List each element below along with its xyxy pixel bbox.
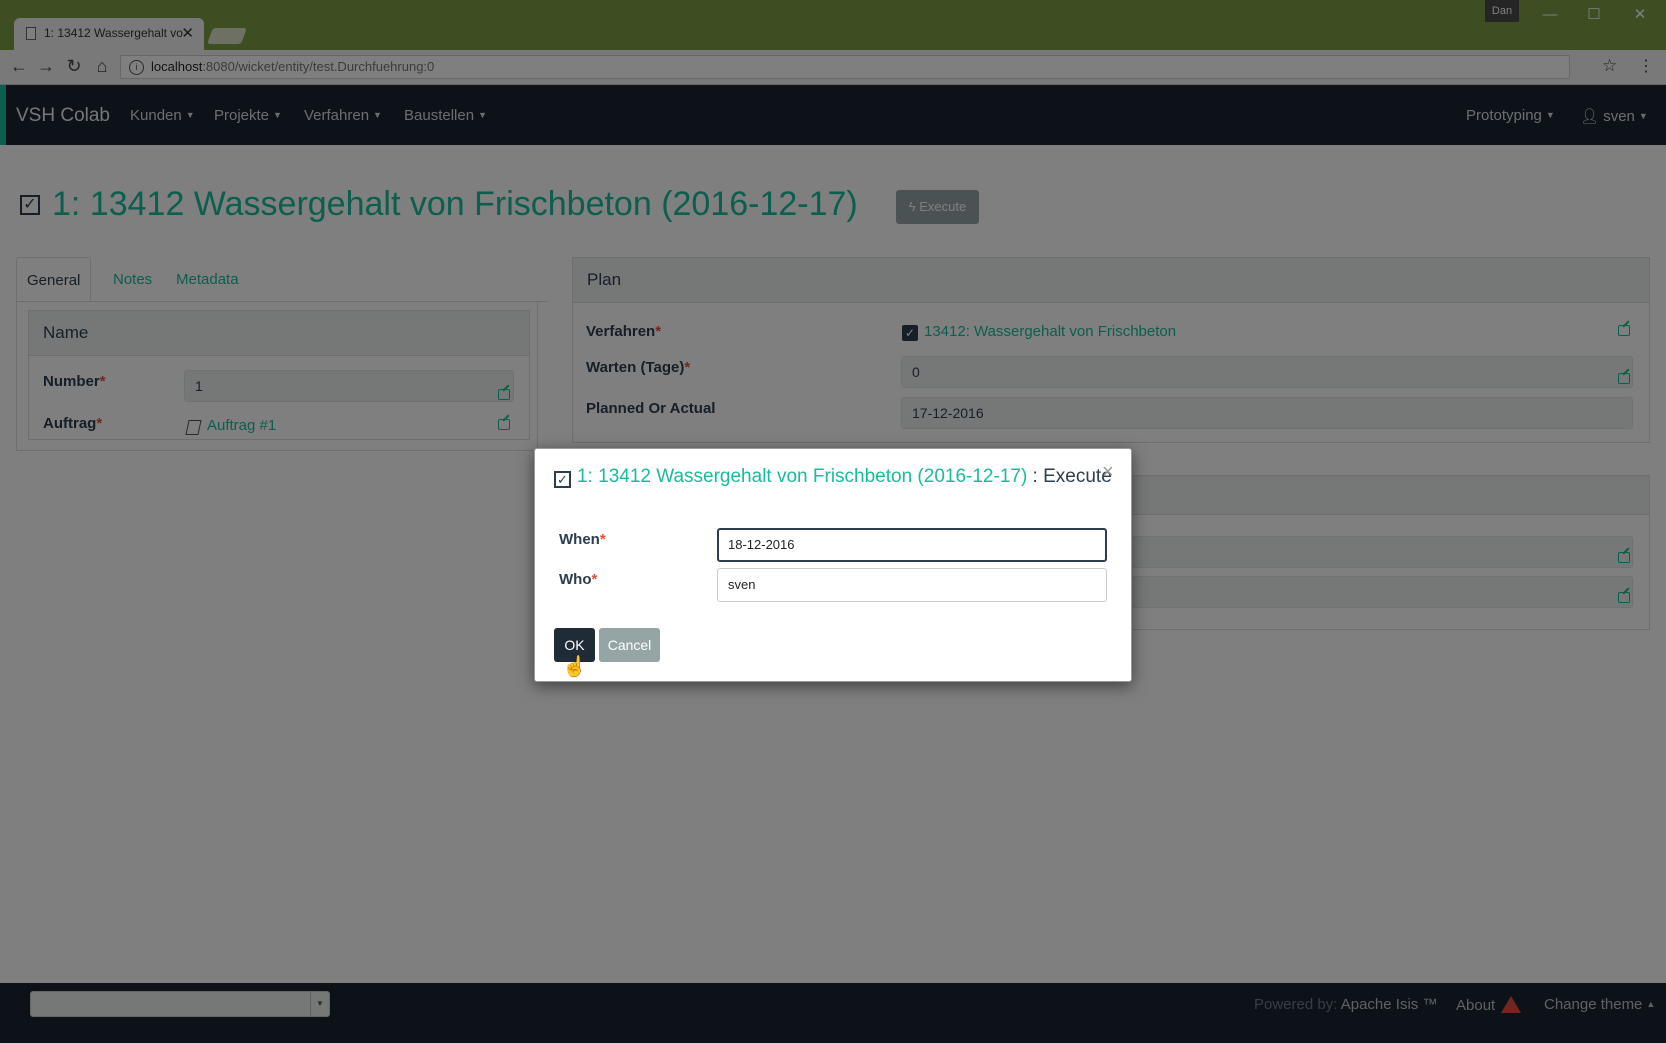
execute-dialog: ✓ 1: 13412 Wassergehalt von Frischbeton … <box>534 448 1132 682</box>
dialog-title: 1: 13412 Wassergehalt von Frischbeton (2… <box>577 466 1112 487</box>
cancel-button[interactable]: Cancel <box>599 628 660 662</box>
when-label: When* <box>559 531 606 548</box>
close-icon[interactable]: × <box>1102 461 1114 484</box>
checkbox-icon: ✓ <box>554 471 571 488</box>
when-input[interactable]: 18-12-2016 <box>717 528 1107 562</box>
hand-cursor-icon: ☝ <box>562 656 587 678</box>
who-label: Who* <box>559 571 598 588</box>
who-input[interactable]: sven <box>717 568 1107 602</box>
